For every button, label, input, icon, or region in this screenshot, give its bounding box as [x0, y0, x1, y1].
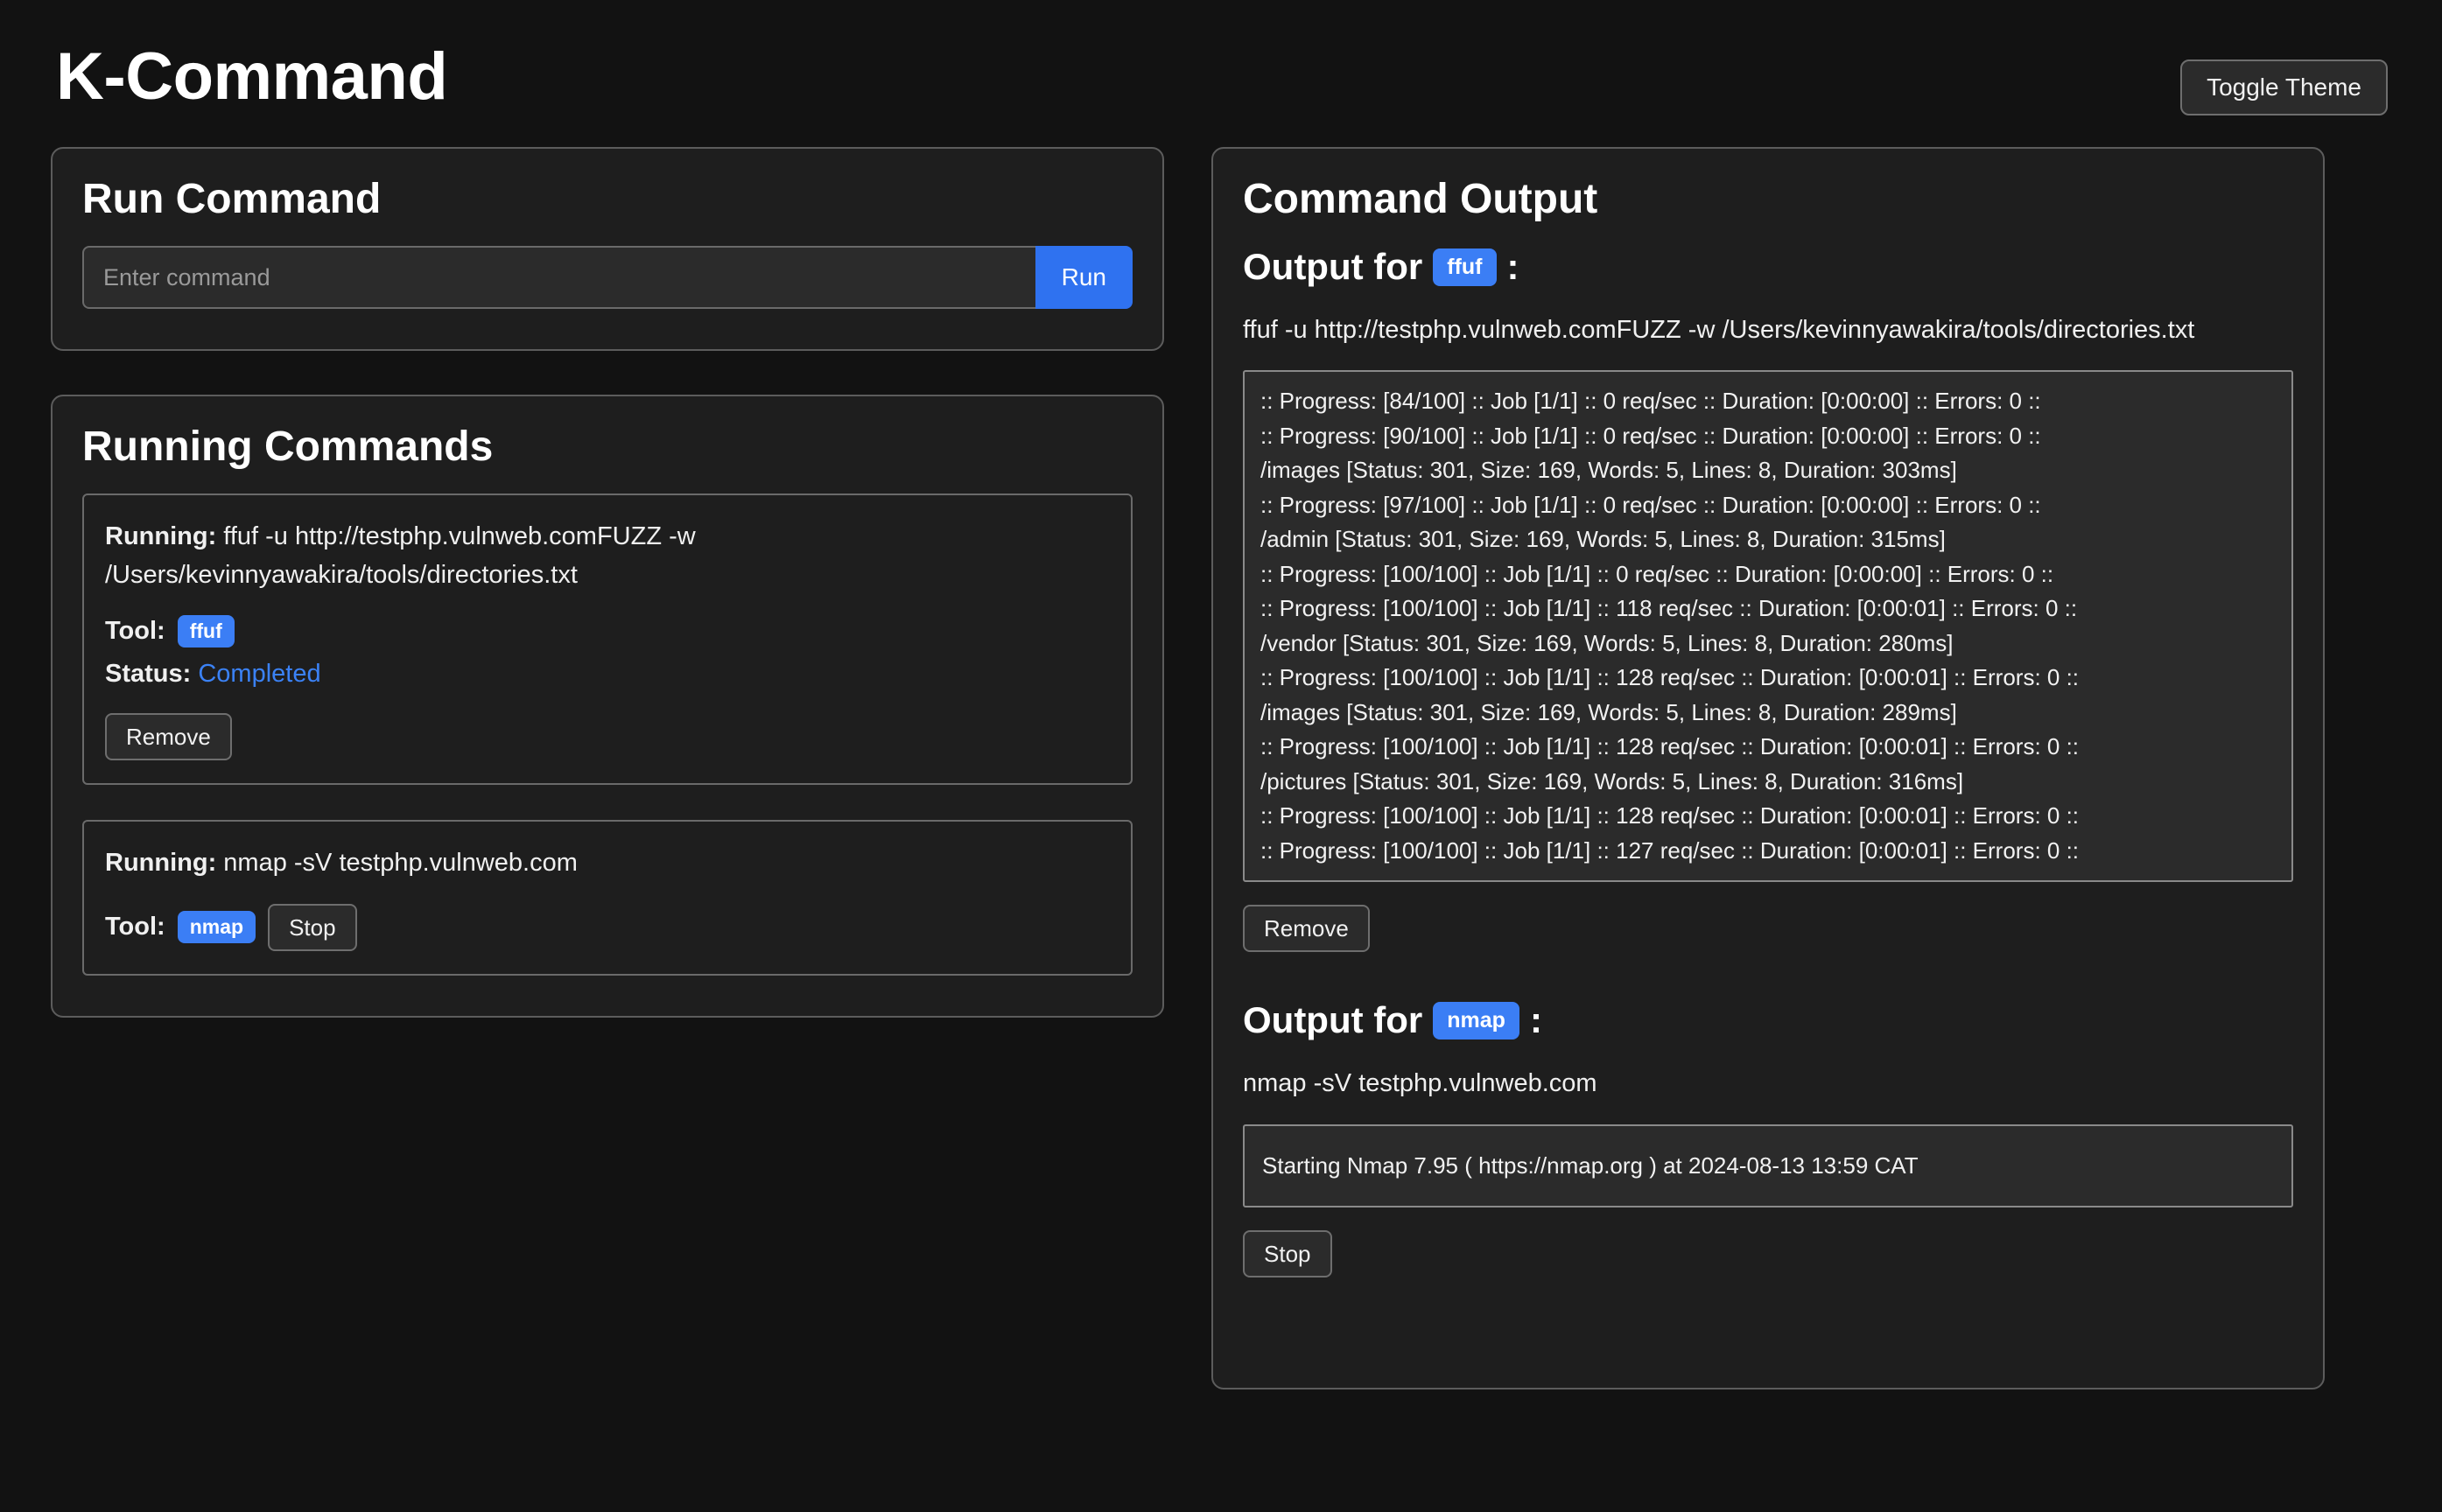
command-output-title: Command Output	[1243, 176, 1598, 222]
run-command-title: Run Command	[82, 176, 382, 222]
terminal-line: /admin [Status: 301, Size: 169, Words: 5…	[1260, 526, 1946, 553]
running-label: Running:	[105, 522, 217, 551]
tool-row: Tool: nmap Stop	[105, 903, 1110, 951]
output-command-text: ffuf -u http://testphp.vulnweb.comFUZZ -…	[1243, 316, 2195, 345]
main-columns: Run Command Run Running Commands Running…	[51, 147, 2391, 1390]
terminal-line: :: Progress: [100/100] :: Job [1/1] :: 1…	[1260, 836, 2080, 864]
terminal-line: :: Progress: [100/100] :: Job [1/1] :: 1…	[1260, 595, 2078, 622]
terminal-line: :: Progress: [90/100] :: Job [1/1] :: 0 …	[1260, 422, 2041, 449]
output-heading-prefix: Output for	[1243, 999, 1423, 1041]
terminal-line: :: Progress: [84/100] :: Job [1/1] :: 0 …	[1260, 388, 2041, 415]
output-tool-badge-ffuf: ffuf	[1433, 248, 1497, 286]
status-badge: Completed	[198, 660, 321, 689]
run-command-panel: Run Command Run	[51, 147, 1164, 352]
tool-label: Tool:	[105, 913, 165, 942]
right-column: Command Output Output for ffuf : ffuf -u…	[1211, 147, 2325, 1390]
output-actions: Stop	[1243, 1230, 2293, 1278]
status-row: Status: Completed	[105, 660, 1110, 689]
tool-label: Tool:	[105, 617, 165, 646]
output-heading: Output for ffuf :	[1243, 246, 2293, 288]
terminal-line: Starting Nmap 7.95 ( https://nmap.org ) …	[1262, 1152, 1919, 1179]
terminal-line: /images [Status: 301, Size: 169, Words: …	[1260, 698, 1957, 725]
tool-badge-ffuf: ffuf	[177, 615, 235, 648]
output-heading-suffix: :	[1529, 999, 1542, 1041]
card-actions: Remove	[105, 713, 1110, 761]
output-heading: Output for nmap :	[1243, 999, 2293, 1041]
run-command-row: Run	[82, 246, 1133, 310]
output-tool-badge-nmap: nmap	[1433, 1001, 1519, 1040]
running-command-card: Running: ffuf -u http://testphp.vulnweb.…	[82, 494, 1133, 786]
remove-output-button[interactable]: Remove	[1243, 905, 1370, 953]
output-heading-suffix: :	[1506, 246, 1519, 288]
terminal-line: :: Progress: [97/100] :: Job [1/1] :: 0 …	[1260, 491, 2041, 518]
stop-output-button[interactable]: Stop	[1243, 1230, 1332, 1278]
app-header: K-Command Toggle Theme	[51, 35, 2391, 131]
terminal-line: /pictures [Status: 301, Size: 169, Words…	[1260, 767, 1964, 794]
remove-command-button[interactable]: Remove	[105, 713, 232, 761]
terminal-line: :: Progress: [100/100] :: Job [1/1] :: 0…	[1260, 560, 2054, 587]
stop-command-button[interactable]: Stop	[268, 903, 357, 951]
page-title: K-Command	[56, 39, 448, 114]
toggle-theme-button[interactable]: Toggle Theme	[2180, 60, 2388, 116]
command-input[interactable]	[82, 246, 1035, 310]
running-command-line: Running: ffuf -u http://testphp.vulnweb.…	[105, 518, 1110, 594]
running-commands-panel: Running Commands Running: ffuf -u http:/…	[51, 395, 1164, 1018]
running-command-card: Running: nmap -sV testphp.vulnweb.com To…	[82, 820, 1133, 976]
output-actions: Remove	[1243, 905, 2293, 953]
run-button[interactable]: Run	[1035, 246, 1133, 310]
output-command-text: nmap -sV testphp.vulnweb.com	[1243, 1069, 1597, 1098]
running-command-text: nmap -sV testphp.vulnweb.com	[223, 849, 578, 878]
output-heading-prefix: Output for	[1243, 246, 1423, 288]
left-column: Run Command Run Running Commands Running…	[51, 147, 1164, 1018]
terminal-line: /images [Status: 301, Size: 169, Words: …	[1260, 457, 1957, 484]
terminal-line: :: Progress: [100/100] :: Job [1/1] :: 1…	[1260, 802, 2080, 830]
command-output-panel: Command Output Output for ffuf : ffuf -u…	[1211, 147, 2325, 1390]
running-commands-title: Running Commands	[82, 424, 494, 471]
terminal-line: :: Progress: [100/100] :: Job [1/1] :: 1…	[1260, 664, 2080, 691]
tool-badge-nmap: nmap	[177, 911, 256, 944]
app-root: K-Command Toggle Theme Run Command Run R…	[0, 0, 2442, 1512]
terminal-output-ffuf[interactable]: :: Progress: [84/100] :: Job [1/1] :: 0 …	[1243, 370, 2293, 883]
output-section-ffuf: Output for ffuf : ffuf -u http://testphp…	[1243, 246, 2293, 953]
output-section-nmap: Output for nmap : nmap -sV testphp.vulnw…	[1243, 999, 2293, 1278]
terminal-line: :: Progress: [100/100] :: Job [1/1] :: 1…	[1260, 733, 2080, 760]
running-label: Running:	[105, 849, 217, 878]
tool-row: Tool: ffuf	[105, 615, 1110, 648]
terminal-line: /vendor [Status: 301, Size: 169, Words: …	[1260, 629, 1954, 656]
running-command-line: Running: nmap -sV testphp.vulnweb.com	[105, 844, 1110, 883]
terminal-output-nmap[interactable]: Starting Nmap 7.95 ( https://nmap.org ) …	[1243, 1124, 2293, 1208]
status-label: Status:	[105, 660, 192, 689]
